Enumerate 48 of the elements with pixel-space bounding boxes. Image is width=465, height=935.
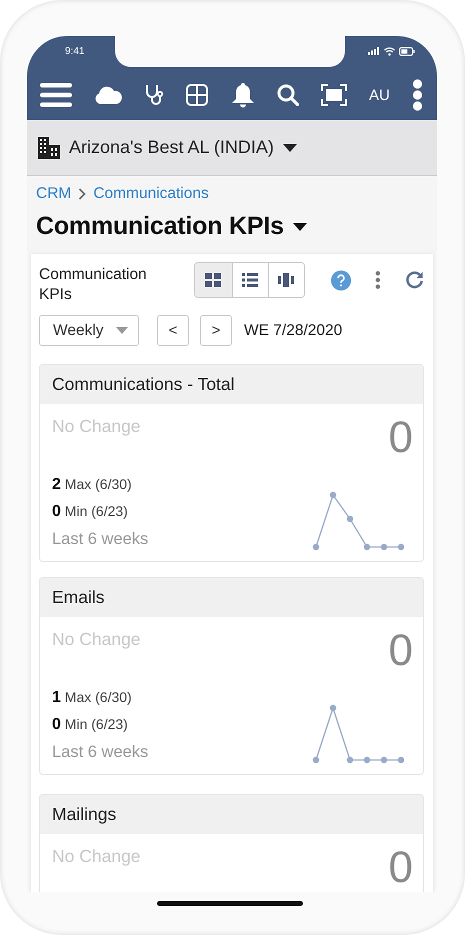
max-stat: 2 Max (6/30)	[52, 475, 132, 495]
more-options-icon[interactable]	[412, 79, 423, 111]
battery-icon	[399, 46, 415, 56]
period-dropdown[interactable]: Weekly	[39, 315, 139, 346]
week-ending-date: WE 7/28/2020	[244, 322, 342, 340]
next-button[interactable]: >	[200, 315, 232, 346]
card-title: Communications - Total	[52, 374, 235, 395]
breadcrumb-link[interactable]: CRM	[36, 185, 72, 203]
panel-title: Communication KPIs	[39, 265, 148, 305]
kpi-value: 0	[388, 628, 413, 674]
location-name: Arizona's Best AL (INDIA)	[69, 137, 274, 158]
status-time: 9:41	[65, 46, 84, 56]
min-stat: 0 Min (6/23)	[52, 715, 128, 735]
chevron-right-icon	[78, 188, 86, 200]
kpi-value: 0	[388, 415, 413, 461]
user-initials-button[interactable]: AU	[368, 86, 390, 104]
card-title: Mailings	[52, 804, 116, 825]
caret-icon	[282, 144, 297, 152]
building-icon	[38, 136, 60, 158]
period-range: Last 6 weeks	[52, 742, 148, 763]
columns-view-button[interactable]	[268, 263, 304, 297]
grid-icon[interactable]	[186, 84, 208, 106]
more-options-icon[interactable]	[375, 270, 381, 290]
tiles-icon	[205, 273, 222, 287]
card-title: Emails	[52, 587, 105, 608]
help-icon[interactable]	[331, 270, 352, 291]
menu-icon[interactable]	[40, 82, 72, 108]
caret-icon	[116, 327, 128, 334]
fullscreen-icon[interactable]	[320, 84, 347, 106]
location-bar[interactable]: Arizona's Best AL (INDIA)	[27, 120, 437, 176]
period-range: Last 6 weeks	[52, 529, 148, 550]
caret-icon[interactable]	[292, 222, 307, 230]
columns-icon	[278, 273, 294, 287]
breadcrumb-link[interactable]: Communications	[93, 185, 209, 203]
max-stat: 1 Max (6/30)	[52, 688, 132, 708]
min-stat: 0 Min (6/23)	[52, 502, 128, 522]
refresh-icon[interactable]	[404, 270, 424, 290]
signal-icon	[368, 47, 380, 55]
list-icon	[242, 273, 258, 287]
tiles-view-button[interactable]	[195, 263, 232, 297]
stethoscope-icon[interactable]	[144, 84, 164, 106]
page-title: Communication KPIs	[36, 212, 284, 241]
cloud-icon[interactable]	[94, 85, 122, 105]
kpi-value: 0	[388, 845, 413, 891]
previous-button[interactable]: <	[157, 315, 189, 346]
notification-bell-icon[interactable]	[230, 82, 255, 108]
search-icon[interactable]	[276, 84, 299, 106]
wifi-icon	[384, 46, 395, 56]
